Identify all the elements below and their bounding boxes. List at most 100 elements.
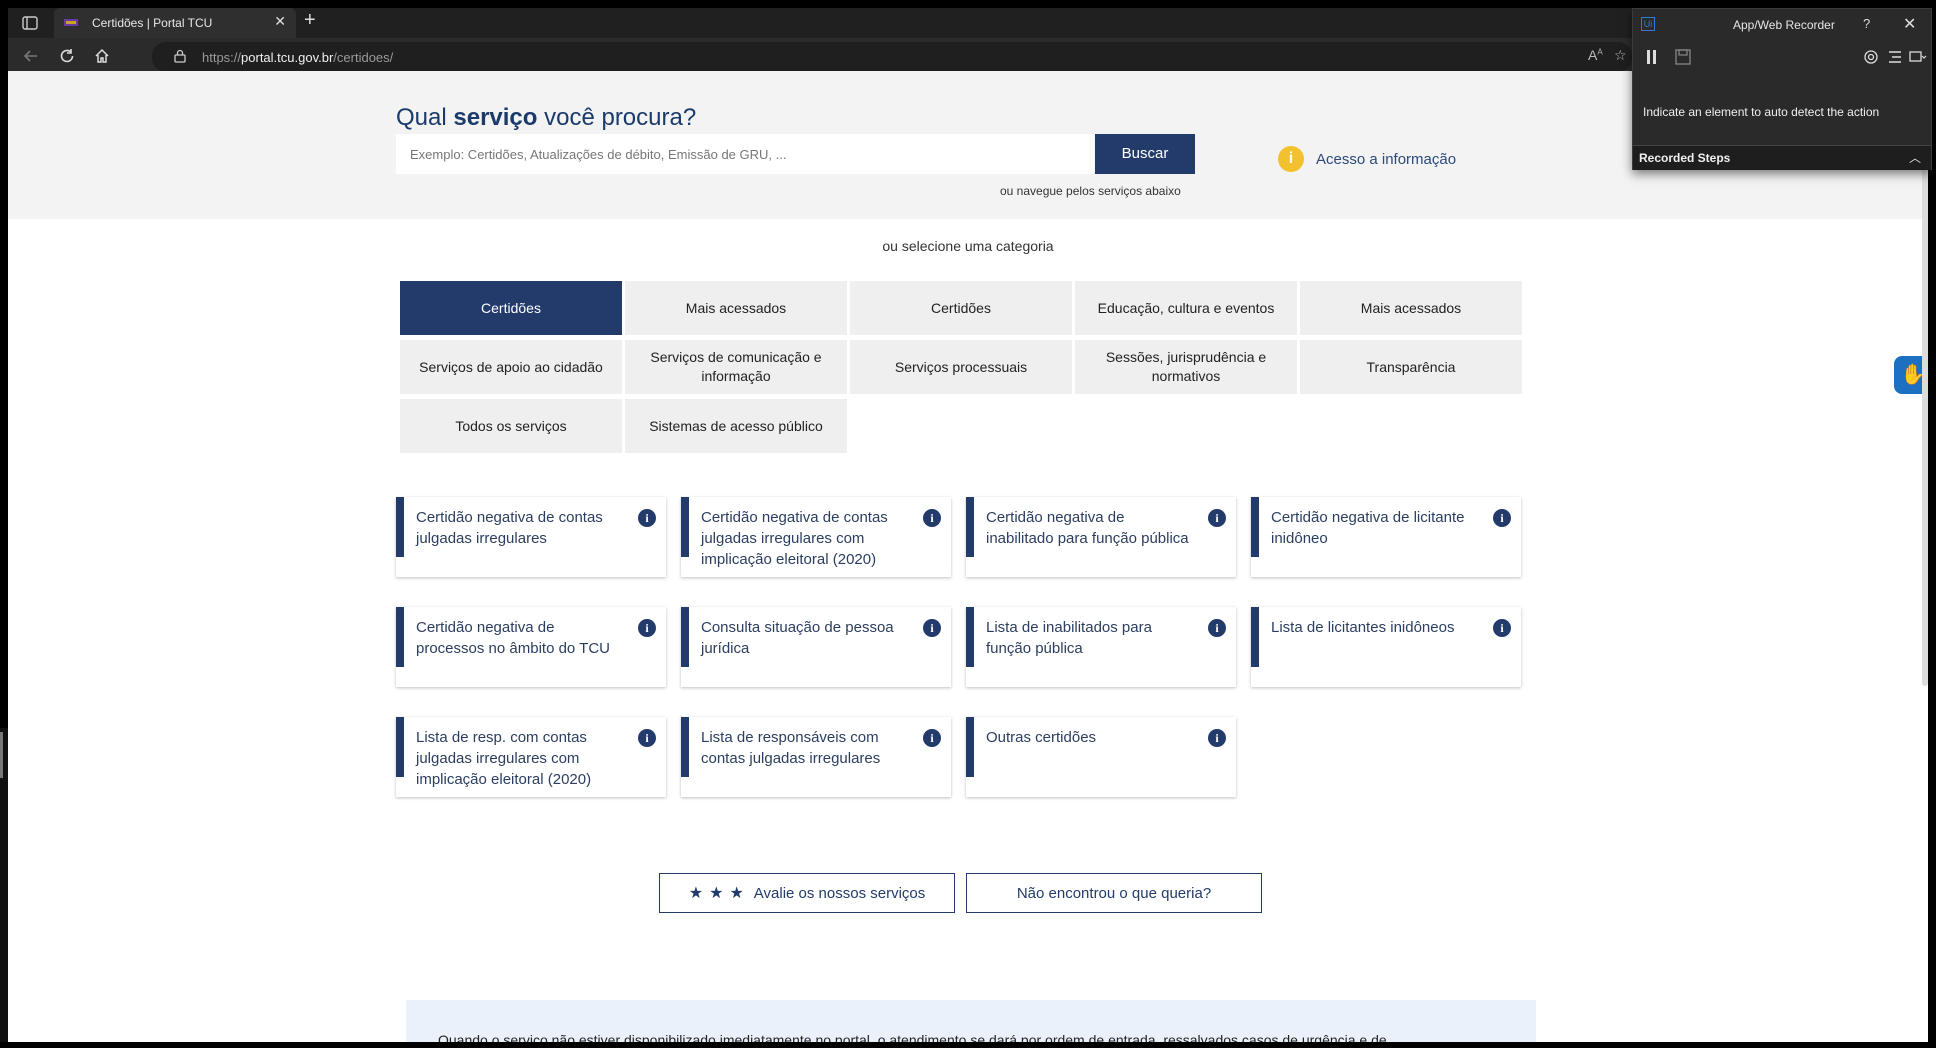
service-card-title: Certidão negativa de contas julgadas irr…	[701, 509, 888, 568]
tab-close-icon[interactable]: ✕	[274, 13, 286, 30]
rate-services-label: Avalie os nossos serviços	[753, 884, 926, 902]
category-certidoes-2[interactable]: Certidões	[850, 281, 1072, 335]
service-card[interactable]: Consulta situação de pessoa jurídica i	[681, 607, 951, 687]
info-icon[interactable]: i	[1208, 619, 1226, 637]
desktop-edge-marker	[0, 732, 3, 778]
notice-box: Quando o serviço não estiver disponibili…	[406, 1000, 1536, 1042]
service-card-title: Certidão negativa de licitante inidôneo	[1271, 509, 1465, 547]
card-accent-bar	[396, 717, 404, 777]
card-accent-bar	[681, 607, 689, 667]
service-card-title: Certidão negativa de processos no âmbito…	[416, 619, 610, 657]
category-todos[interactable]: Todos os serviços	[400, 399, 622, 453]
search-button[interactable]: Buscar	[1095, 134, 1195, 174]
info-icon[interactable]: i	[638, 509, 656, 527]
uipath-logo-icon: Ui	[1641, 17, 1655, 31]
pause-icon[interactable]	[1645, 49, 1659, 65]
search-title: Qual serviço você procura?	[396, 104, 697, 131]
favorite-icon[interactable]: ☆	[1614, 47, 1627, 64]
taskbar-edge	[0, 1042, 1936, 1048]
category-educacao[interactable]: Educação, cultura e eventos	[1075, 281, 1297, 335]
service-card-title: Outras certidões	[986, 729, 1097, 746]
info-icon[interactable]: i	[923, 509, 941, 527]
tab-title: Certidões | Portal TCU	[92, 16, 213, 30]
new-tab-button[interactable]: +	[304, 9, 316, 32]
info-icon[interactable]: i	[923, 729, 941, 747]
card-accent-bar	[681, 717, 689, 777]
recorder-panel: Ui App/Web Recorder ? ✕ Indicate an elem…	[1632, 8, 1932, 170]
card-accent-bar	[966, 497, 974, 557]
tcu-favicon-icon	[64, 19, 78, 26]
category-label: ou selecione uma categoria	[882, 238, 1054, 254]
save-icon[interactable]	[1675, 49, 1691, 65]
lock-icon[interactable]	[174, 49, 186, 63]
card-accent-bar	[1251, 607, 1259, 667]
recorder-toolbar	[1633, 43, 1931, 75]
service-card[interactable]: Lista de resp. com contas julgadas irreg…	[396, 717, 666, 797]
refresh-icon[interactable]	[58, 47, 76, 65]
recorder-message: Indicate an element to auto detect the a…	[1643, 105, 1880, 119]
url-text: https://portal.tcu.gov.br/certidoes/	[202, 50, 394, 65]
card-accent-bar	[966, 607, 974, 667]
recorder-title: App/Web Recorder	[1733, 18, 1835, 32]
category-sessoes[interactable]: Sessões, jurisprudência e normativos	[1075, 340, 1297, 394]
service-card-title: Lista de resp. com contas julgadas irreg…	[416, 729, 592, 788]
notice-text: Quando o serviço não estiver disponibili…	[438, 1032, 1387, 1042]
rate-services-button[interactable]: ★★★ Avalie os nossos serviços	[659, 873, 955, 913]
info-icon[interactable]: i	[638, 619, 656, 637]
category-sistemas[interactable]: Sistemas de acesso público	[625, 399, 847, 453]
access-information-link[interactable]: Acesso a informação	[1316, 151, 1456, 168]
service-card-title: Certidão negativa de inabilitado para fu…	[986, 509, 1189, 547]
category-transparencia[interactable]: Transparência	[1300, 340, 1522, 394]
service-search-input[interactable]	[396, 134, 1094, 174]
info-icon[interactable]: i	[1493, 619, 1511, 637]
info-icon[interactable]: i	[923, 619, 941, 637]
card-accent-bar	[396, 607, 404, 667]
service-card-title: Lista de responsáveis com contas julgada…	[701, 729, 881, 767]
search-hint: ou navegue pelos serviços abaixo	[1000, 184, 1181, 198]
recorded-steps-label: Recorded Steps	[1639, 151, 1731, 165]
service-card[interactable]: Lista de responsáveis com contas julgada…	[681, 717, 951, 797]
info-icon[interactable]: i	[1493, 509, 1511, 527]
info-icon[interactable]: i	[1208, 729, 1226, 747]
recorder-header: Ui App/Web Recorder ? ✕	[1633, 9, 1931, 41]
service-card[interactable]: Certidão negativa de inabilitado para fu…	[966, 497, 1236, 577]
info-circle-icon: i	[1278, 146, 1304, 172]
card-accent-bar	[966, 717, 974, 777]
target-icon[interactable]	[1863, 49, 1879, 65]
card-accent-bar	[1251, 497, 1259, 557]
home-icon[interactable]	[93, 47, 111, 65]
service-card[interactable]: Lista de licitantes inidôneos i	[1251, 607, 1521, 687]
options-dropdown-icon[interactable]	[1909, 49, 1927, 65]
service-card[interactable]: Certidão negativa de contas julgadas irr…	[396, 497, 666, 577]
browser-tab[interactable]: Certidões | Portal TCU ✕	[54, 8, 296, 38]
service-card[interactable]: Certidão negativa de licitante inidôneo …	[1251, 497, 1521, 577]
service-card-title: Consulta situação de pessoa jurídica	[701, 619, 894, 657]
service-card[interactable]: Certidão negativa de contas julgadas irr…	[681, 497, 951, 577]
service-card-title: Lista de inabilitados para função públic…	[986, 619, 1152, 657]
service-card-title: Certidão negativa de contas julgadas irr…	[416, 509, 603, 547]
list-icon[interactable]	[1887, 49, 1903, 65]
recorded-steps-section[interactable]: Recorded Steps ︿	[1633, 145, 1931, 170]
chevron-up-icon[interactable]: ︿	[1909, 149, 1921, 166]
info-icon[interactable]: i	[638, 729, 656, 747]
service-card[interactable]: Outras certidões i	[966, 717, 1236, 797]
service-card[interactable]: Certidão negativa de processos no âmbito…	[396, 607, 666, 687]
category-mais-acessados[interactable]: Mais acessados	[625, 281, 847, 335]
service-card[interactable]: Lista de inabilitados para função públic…	[966, 607, 1236, 687]
close-recorder-button[interactable]: ✕	[1903, 14, 1916, 34]
category-certidoes[interactable]: Certidões	[400, 281, 622, 335]
info-icon[interactable]: i	[1208, 509, 1226, 527]
category-mais-acessados-2[interactable]: Mais acessados	[1300, 281, 1522, 335]
help-button[interactable]: ?	[1863, 16, 1870, 31]
category-apoio-cidadao[interactable]: Serviços de apoio ao cidadão	[400, 340, 622, 394]
back-icon[interactable]	[22, 47, 40, 65]
url-field[interactable]: https://portal.tcu.gov.br/certidoes/	[152, 42, 1632, 72]
not-found-button[interactable]: Não encontrou o que queria?	[966, 873, 1262, 913]
star-icon: ★★★	[688, 885, 750, 902]
card-accent-bar	[681, 497, 689, 557]
category-comunicacao[interactable]: Serviços de comunicação e informação	[625, 340, 847, 394]
card-accent-bar	[396, 497, 404, 557]
read-aloud-icon[interactable]: AA	[1588, 47, 1603, 63]
tab-actions-icon[interactable]	[22, 16, 38, 30]
category-processuais[interactable]: Serviços processuais	[850, 340, 1072, 394]
